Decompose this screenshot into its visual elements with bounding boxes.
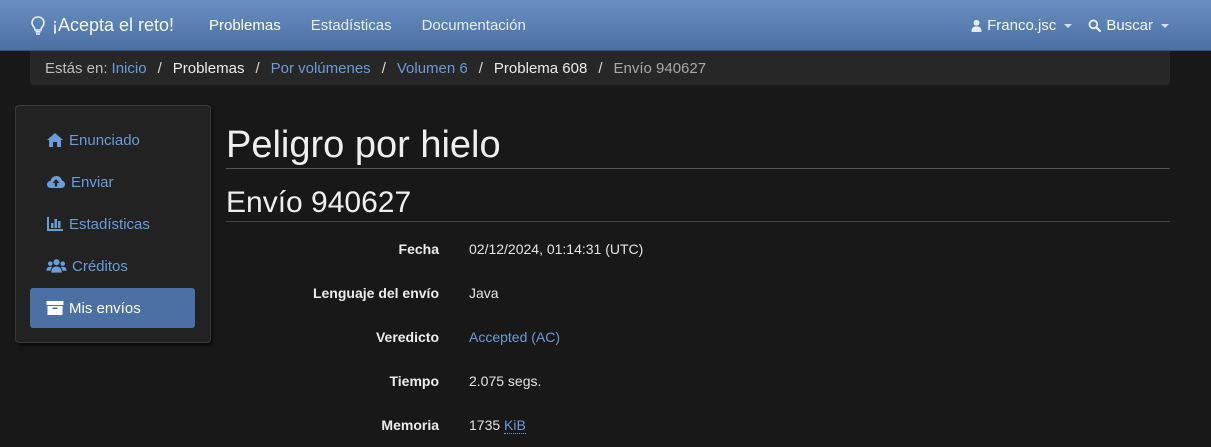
search-label: Buscar (1106, 17, 1153, 34)
chevron-down-icon (1064, 23, 1073, 28)
sidebar: Enunciado Enviar Estadísticas Créditos M… (15, 105, 211, 343)
verdict-link[interactable]: Accepted (AC) (469, 329, 560, 345)
detail-value: Java (469, 285, 499, 301)
submission-title: Envío 940627 (226, 185, 1170, 222)
breadcrumb-por-volumenes[interactable]: Por volúmenes (271, 60, 371, 77)
sidebar-item-enviar[interactable]: Enviar (30, 162, 195, 202)
detail-row-veredicto: Veredicto Accepted (AC) (226, 329, 1170, 351)
detail-label: Lenguaje del envío (312, 285, 439, 301)
detail-label: Memoria (381, 417, 439, 433)
nav-estadisticas[interactable]: Estadísticas (296, 0, 407, 51)
cloud-upload-icon (47, 176, 65, 188)
breadcrumb-inicio[interactable]: Inicio (112, 60, 147, 77)
breadcrumb-prefix: Estás en: (45, 59, 108, 77)
detail-value: 1735 KiB (469, 417, 526, 434)
sidebar-item-label: Enunciado (69, 131, 140, 149)
nav-documentacion[interactable]: Documentación (407, 0, 541, 51)
archive-icon (46, 301, 64, 315)
breadcrumb-separator: / (381, 59, 386, 77)
brand-name: ¡Acepta el reto! (52, 15, 175, 35)
memory-unit[interactable]: KiB (504, 417, 526, 434)
breadcrumb-envio: Envío 940627 (613, 59, 707, 77)
search-menu[interactable]: Buscar (1088, 0, 1169, 51)
sidebar-item-label: Mis envíos (69, 299, 141, 317)
chevron-down-icon (1161, 23, 1169, 28)
detail-value: 2.075 segs. (469, 373, 542, 389)
sidebar-item-label: Estadísticas (69, 215, 150, 233)
breadcrumb-separator: / (598, 59, 603, 77)
users-icon (46, 259, 67, 273)
lightbulb-icon (31, 15, 45, 35)
detail-label: Veredicto (375, 329, 439, 345)
page-title: Peligro por hielo (226, 122, 1170, 169)
sidebar-item-mis-envios[interactable]: Mis envíos (30, 288, 195, 328)
detail-label: Fecha (398, 241, 439, 257)
sidebar-item-label: Créditos (72, 257, 128, 275)
bar-chart-icon (47, 217, 63, 231)
sidebar-item-enunciado[interactable]: Enunciado (30, 120, 195, 160)
breadcrumb: Estás en: Inicio / Problemas / Por volúm… (30, 51, 1170, 85)
brand-link[interactable]: ¡Acepta el reto! (30, 0, 174, 51)
memory-amount: 1735 (469, 417, 501, 433)
detail-value: 02/12/2024, 01:14:31 (UTC) (469, 241, 644, 257)
top-navbar: ¡Acepta el reto! Problemas Estadísticas … (0, 0, 1211, 51)
sidebar-item-estadisticas[interactable]: Estadísticas (30, 204, 195, 244)
breadcrumb-problema: Problema 608 (493, 59, 588, 77)
breadcrumb-volumen[interactable]: Volumen 6 (397, 60, 468, 77)
user-menu[interactable]: Franco.jsc (971, 0, 1073, 51)
nav-problemas[interactable]: Problemas (194, 0, 296, 51)
detail-row-lenguaje: Lenguaje del envío Java (226, 285, 1170, 307)
breadcrumb-separator: / (255, 59, 260, 77)
breadcrumb-separator: / (157, 59, 162, 77)
breadcrumb-problemas: Problemas (172, 59, 245, 77)
detail-row-memoria: Memoria 1735 KiB (226, 417, 1170, 439)
detail-row-tiempo: Tiempo 2.075 segs. (226, 373, 1170, 395)
search-icon (1088, 19, 1102, 32)
detail-label: Tiempo (389, 373, 439, 389)
detail-row-fecha: Fecha 02/12/2024, 01:14:31 (UTC) (226, 241, 1170, 263)
sidebar-item-label: Enviar (71, 173, 114, 191)
user-icon (971, 19, 982, 32)
home-icon (47, 133, 63, 147)
breadcrumb-separator: / (478, 59, 483, 77)
user-name: Franco.jsc (987, 17, 1057, 34)
sidebar-item-creditos[interactable]: Créditos (30, 246, 195, 286)
